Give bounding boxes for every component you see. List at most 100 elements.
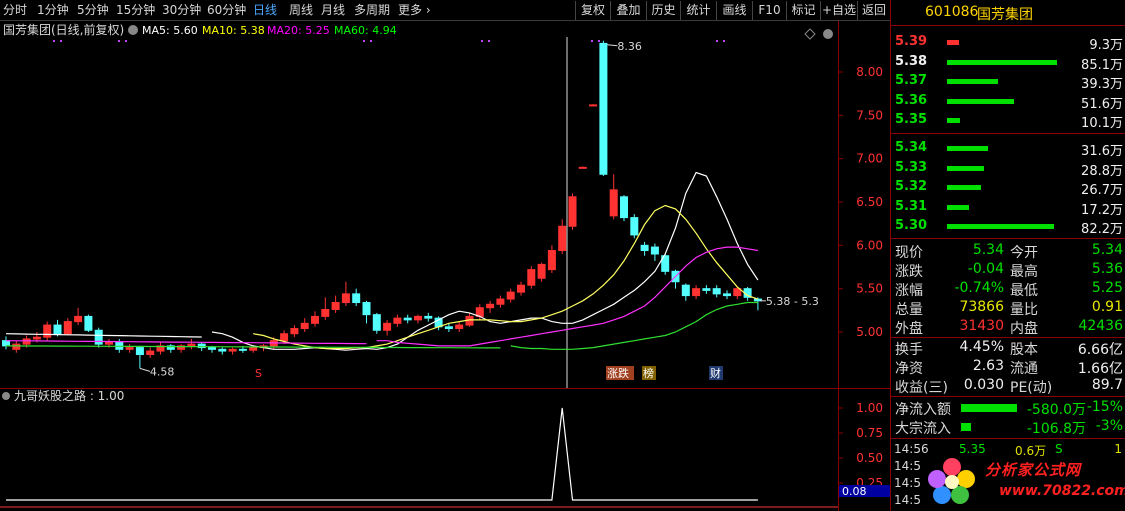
event-marker-2[interactable]: 榜 [643, 366, 654, 380]
indicator-title: 九哥妖股之路 : 1.00 [14, 388, 124, 403]
quote-row-4: 外盘 31430 内盘 42436 [891, 318, 1125, 337]
bid-row-4[interactable]: 5.30 82.2万 [891, 217, 1125, 237]
period-tab-2[interactable]: 5分钟 [77, 2, 109, 19]
ask-row-3[interactable]: 5.36 51.6万 [891, 92, 1125, 112]
bid-row-3[interactable]: 5.31 17.2万 [891, 198, 1125, 218]
candle-body [74, 315, 83, 323]
bid-volume: 26.7万 [1081, 183, 1123, 199]
bid-row-2[interactable]: 5.32 26.7万 [891, 178, 1125, 199]
indicator-bg [0, 388, 890, 511]
period-tab-9[interactable]: 多周期 [354, 2, 390, 19]
candle-body [290, 328, 299, 335]
event-marker-3[interactable]: 财 [710, 366, 721, 380]
candle-body [455, 324, 464, 330]
watermark-name: 分析家公式网 [985, 461, 1082, 479]
ask-price: 5.36 [895, 92, 928, 108]
price-tick-label: 6.50 [856, 195, 883, 209]
candle-body [43, 324, 52, 338]
flow-row-1: 大宗流入 -106.8万 -3% [891, 418, 1125, 437]
toolbar-button-6[interactable]: 标记 [786, 1, 820, 20]
signal-dot [591, 40, 593, 42]
period-tab-1[interactable]: 1分钟 [37, 2, 69, 19]
ask-row-2[interactable]: 5.37 39.3万 [891, 72, 1125, 92]
quote-label: 股本 [1010, 342, 1038, 358]
bid-price: 5.32 [895, 179, 928, 195]
close-chart-icon[interactable] [823, 29, 833, 39]
quote2-separator [891, 396, 1125, 397]
quote-value: 2.63 [972, 358, 1004, 374]
bid-price: 5.33 [895, 159, 928, 175]
indicator-tick-label: 1.00 [856, 401, 883, 415]
candle-body [444, 326, 453, 330]
quote-value: 5.25 [1091, 280, 1123, 296]
quote-panel: 601086 国芳集团 5.39 9.3万 5.38 85.1万 5.37 39.3万 5.… [890, 0, 1125, 511]
candle-body [547, 250, 556, 271]
low-label: 4.58 [150, 365, 175, 378]
orderbook-separator [891, 133, 1125, 134]
indicator-tick-label: 0.75 [856, 426, 883, 440]
candle-body [135, 347, 144, 356]
toolbar-button-4[interactable]: 画线 [716, 1, 752, 20]
quote-label: 现价 [895, 245, 923, 261]
ask-row-4[interactable]: 5.35 10.1万 [891, 111, 1125, 131]
period-tab-6[interactable]: 日线 [253, 2, 277, 19]
period-tab-8[interactable]: 月线 [321, 2, 345, 19]
period-tab-7[interactable]: 周线 [289, 2, 313, 19]
bid-row-1[interactable]: 5.33 28.8万 [891, 159, 1125, 179]
chart-title: 国芳集团(日线,前复权) [3, 22, 124, 37]
indicator-settings-icon[interactable] [2, 392, 10, 400]
ask-price: 5.35 [895, 112, 928, 128]
kline-chart[interactable]: 国芳集团(日线,前复权) MA5: 5.60 MA10: 5.38 MA20: 5.2… [0, 21, 890, 388]
ask-row-1[interactable]: 5.38 85.1万 [891, 53, 1125, 73]
event-marker-1[interactable]: 涨跌 [607, 366, 629, 380]
quote-value: 31430 [959, 318, 1004, 334]
period-tab-10[interactable]: 更多 › [398, 2, 431, 19]
toolbar-button-2[interactable]: 历史 [646, 1, 680, 20]
toolbar-button-1[interactable]: 叠加 [610, 1, 646, 20]
bid-price: 5.30 [895, 218, 928, 234]
candle-body [681, 284, 690, 297]
period-tab-4[interactable]: 30分钟 [162, 2, 201, 19]
toolbar-button-8[interactable]: 返回 [857, 1, 890, 20]
period-tab-0[interactable]: 分时 [3, 2, 27, 19]
period-tab-3[interactable]: 15分钟 [116, 2, 155, 19]
quote-value: 42436 [1078, 318, 1123, 334]
flow-label: 净流入额 [895, 402, 951, 418]
orderbook-bottom-separator [891, 238, 1125, 239]
candle-body [702, 288, 711, 291]
toolbar-button-7[interactable]: +自选 [820, 1, 857, 20]
event-marker-0[interactable]: S [255, 367, 262, 380]
tick-time: 14:5 [894, 493, 921, 507]
candle-body [300, 322, 309, 330]
quote2-row-2: 收益(三) 0.030 PE(动) 89.7 [891, 377, 1125, 396]
quote-label: 总量 [895, 302, 923, 318]
signal-dot [488, 40, 490, 42]
indicator-chart[interactable]: 九哥妖股之路 : 1.001.000.750.500.250.08 [0, 388, 890, 511]
ma-legend-0: MA5: 5.60 [142, 24, 198, 37]
price-tick-label: 7.00 [856, 152, 883, 166]
quote-value: 0.030 [963, 377, 1004, 393]
ask-volume: 85.1万 [1081, 57, 1123, 73]
candle-body [620, 196, 628, 219]
quote-value: 6.66亿 [1077, 342, 1123, 358]
ask-price: 5.39 [895, 34, 928, 49]
toolbar-button-5[interactable]: F10 [752, 1, 786, 20]
ask-volume-bar [947, 118, 960, 124]
toolbar-button-0[interactable]: 复权 [575, 1, 610, 20]
ask-row-0[interactable]: 5.39 9.3万 [891, 33, 1125, 53]
candle-body [558, 225, 567, 252]
candle-body [393, 317, 402, 324]
candle-body [362, 302, 371, 316]
settings-dot-icon[interactable] [128, 25, 138, 35]
ask-price: 5.37 [895, 73, 928, 89]
candle-body [723, 293, 731, 297]
toolbar-button-3[interactable]: 统计 [680, 1, 716, 20]
bid-row-0[interactable]: 5.34 31.6万 [891, 139, 1125, 159]
period-tab-5[interactable]: 60分钟 [207, 2, 246, 19]
quote-value: 89.7 [1091, 377, 1123, 393]
quote-label: 量比 [1010, 302, 1038, 318]
candle-body [53, 324, 62, 335]
candle-body [331, 302, 340, 310]
signal-dot [723, 40, 725, 42]
candle-body [517, 284, 525, 293]
